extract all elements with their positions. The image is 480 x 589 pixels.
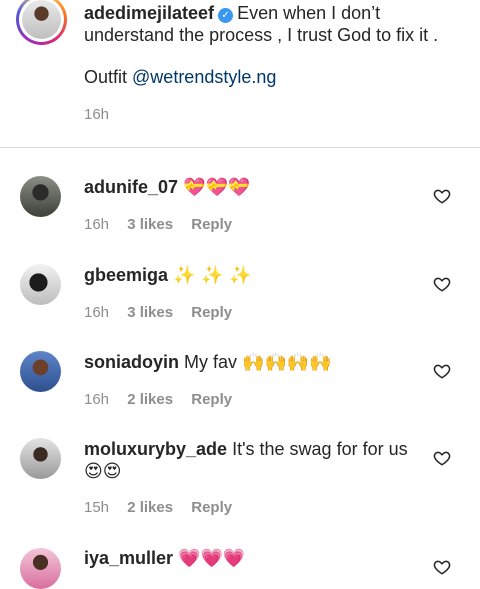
heart-outline-icon[interactable] [433,187,451,205]
caption-outfit-line: Outfit @wetrendstyle.ng [84,66,276,88]
comment-body: moluxuryby_ade It's the swag for for us … [84,438,414,483]
caption-text-block: adedimejilateef ✓ Even when I don’t unders… [84,2,454,46]
commenter-avatar[interactable] [20,351,61,392]
outfit-mention-link[interactable]: @wetrendstyle.ng [132,67,276,87]
comment-body: adunife_07 💝💝💝 [84,176,414,199]
comment-emoji: 💗💗💗 [178,548,246,569]
comment-body: iya_muller 💗💗💗 [84,547,414,570]
reply-button[interactable]: Reply [191,304,232,321]
heart-outline-icon[interactable] [433,558,451,576]
comment-username[interactable]: adunife_07 [84,177,178,197]
comment-likes[interactable]: 3 likes [127,216,173,233]
comment-emoji: 🙌🙌🙌🙌 [242,352,332,373]
comment-text: My fav [184,352,238,372]
commenter-avatar[interactable] [20,438,61,479]
caption-username[interactable]: adedimejilateef [84,3,214,23]
comment-emoji: 💝💝💝 [183,177,251,198]
comment-likes[interactable]: 3 likes [127,304,173,321]
outfit-label: Outfit [84,67,128,87]
comment-meta: 16h 2 likes Reply [84,391,246,408]
caption-timestamp: 16h [84,106,110,123]
commenter-avatar[interactable] [20,264,61,305]
comment-meta: 16h 3 likes Reply [84,216,246,233]
comment-likes[interactable]: 2 likes [127,391,173,408]
comment-meta: 16h 3 likes Reply [84,304,246,321]
comment-time: 16h [84,391,110,408]
comment-username[interactable]: soniadoyin [84,352,179,372]
post-caption: adedimejilateef ✓ Even when I don’t unders… [0,0,480,148]
reply-button[interactable]: Reply [191,391,232,408]
comment-body: soniadoyin My fav 🙌🙌🙌🙌 [84,351,414,374]
comment-emoji: ✨ ✨ ✨ [173,265,252,286]
comment-time: 15h [84,499,110,516]
comment-body: gbeemiga ✨ ✨ ✨ [84,264,414,287]
comment-text: It's the swag for for us [232,439,408,459]
author-avatar[interactable] [16,0,67,45]
author-avatar-photo [22,0,61,39]
heart-outline-icon[interactable] [433,449,451,467]
commenter-avatar[interactable] [20,548,61,589]
comment-username[interactable]: iya_muller [84,548,173,568]
heart-outline-icon[interactable] [433,275,451,293]
reply-button[interactable]: Reply [191,499,232,516]
comment-likes[interactable]: 2 likes [127,499,173,516]
heart-outline-icon[interactable] [433,362,451,380]
reply-button[interactable]: Reply [191,216,232,233]
verified-badge-icon: ✓ [218,8,234,23]
comment-username[interactable]: gbeemiga [84,265,168,285]
commenter-avatar[interactable] [20,176,61,217]
comment-meta: 15h 2 likes Reply [84,499,246,516]
comment-username[interactable]: moluxuryby_ade [84,439,227,459]
comment-time: 16h [84,216,110,233]
comment-emoji: 😍😍 [84,461,122,482]
comment-time: 16h [84,304,110,321]
